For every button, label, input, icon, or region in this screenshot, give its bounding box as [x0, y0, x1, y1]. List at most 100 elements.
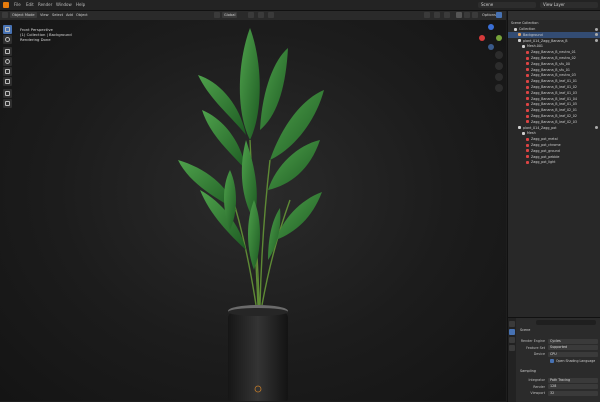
properties-search-input[interactable]: [536, 320, 596, 325]
property-value-field[interactable]: Cycles: [548, 338, 598, 344]
sampling-section-header[interactable]: Sampling: [520, 369, 536, 373]
mode-dropdown[interactable]: Object Mode: [10, 12, 37, 18]
outliner-row-content: Zagg_Banana_B_leaf_01_01: [508, 79, 577, 83]
rendered-shading-icon[interactable]: [496, 12, 502, 18]
tool-tab-icon[interactable]: [509, 321, 515, 327]
axis-y-icon[interactable]: [496, 35, 502, 41]
annotate-tool-icon[interactable]: [3, 89, 12, 98]
outliner-row-content: Zagg_pot_pebble: [508, 155, 559, 159]
solid-shading-icon[interactable]: [464, 12, 470, 18]
outliner-row-content: Mesh.001: [508, 44, 543, 48]
property-label: Viewport: [530, 391, 545, 395]
orientation-icon[interactable]: [214, 12, 220, 18]
material-icon: [526, 120, 529, 124]
property-value-field[interactable]: CPU: [548, 351, 598, 357]
material-icon: [526, 102, 529, 106]
menu-help[interactable]: Help: [74, 2, 87, 8]
outliner-row-content: Zagg_pot_chrome: [508, 143, 561, 147]
property-value-field[interactable]: 32: [548, 390, 598, 396]
menu-view[interactable]: View: [38, 12, 51, 18]
axis-neg-z-icon[interactable]: [488, 44, 494, 50]
collection-icon: [518, 126, 521, 130]
property-row: Feature Set Supported: [508, 345, 600, 351]
property-value-field[interactable]: Supported: [548, 345, 598, 350]
outliner-row-label: Zagg_pot_chrome: [531, 143, 561, 147]
visibility-eye-icon[interactable]: [595, 27, 598, 31]
axis-z-icon[interactable]: [488, 24, 494, 30]
outliner-row-label: Zagg_Banana_B_neutro_01: [531, 50, 576, 55]
transform-tool-icon[interactable]: [3, 77, 12, 86]
material-icon: [526, 149, 529, 153]
property-row: Render 128: [508, 384, 600, 390]
top-bar: File Edit Render Window Help Scene View …: [0, 0, 600, 11]
outliner-row-label: Zagg_Banana_B_leaf_01_05: [531, 102, 577, 107]
editor-type-icon[interactable]: [2, 12, 8, 18]
tool-bar: [3, 25, 13, 109]
material-icon: [526, 160, 529, 164]
snap-icon[interactable]: [258, 12, 264, 18]
select-box-tool-icon[interactable]: [3, 25, 12, 34]
move-tool-icon[interactable]: [3, 47, 12, 56]
outliner-row-label: Zagg_pot_light: [531, 160, 556, 165]
pan-hand-icon[interactable]: [495, 62, 503, 70]
menu-render[interactable]: Render: [36, 2, 54, 8]
material-icon: [526, 68, 529, 72]
blender-logo-icon[interactable]: [3, 2, 9, 8]
outliner-row-label: Zagg_pot_pebble: [531, 154, 560, 159]
perspective-toggle-icon[interactable]: [495, 84, 503, 92]
plant-stems: [229, 139, 291, 306]
menu-file[interactable]: File: [12, 2, 23, 8]
render-tab-icon[interactable]: [509, 329, 515, 335]
material-icon: [526, 73, 529, 77]
scene-selector[interactable]: Scene: [478, 2, 536, 8]
transform-orientation-dropdown[interactable]: Global: [222, 12, 238, 18]
property-label: Render: [533, 384, 545, 389]
property-value-field[interactable]: 128: [548, 384, 598, 389]
axis-x-icon[interactable]: [479, 35, 485, 41]
menu-window[interactable]: Window: [54, 2, 74, 8]
outliner-row-content: Zagg_Banana_B_leaf_01_05: [508, 102, 577, 106]
outliner-row[interactable]: Zagg_pot_light: [508, 159, 600, 165]
rotate-tool-icon[interactable]: [3, 57, 12, 66]
pivot-icon[interactable]: [248, 12, 254, 18]
material-icon: [526, 85, 529, 89]
view-layer-selector[interactable]: View Layer: [540, 2, 598, 8]
material-icon: [526, 108, 529, 112]
material-icon: [526, 114, 529, 118]
camera-view-icon[interactable]: [495, 73, 503, 81]
material-icon: [526, 91, 529, 95]
menu-select[interactable]: Select: [50, 12, 65, 18]
menu-object[interactable]: Object: [74, 12, 90, 18]
measure-tool-icon[interactable]: [3, 99, 12, 108]
menu-edit[interactable]: Edit: [24, 2, 36, 8]
visibility-eye-icon[interactable]: [595, 33, 598, 37]
visibility-eye-icon[interactable]: [595, 39, 598, 43]
collection-icon: [514, 27, 517, 31]
outliner-row-content: Zagg_Banana_B_neutro_03: [508, 73, 576, 77]
scale-tool-icon[interactable]: [3, 67, 12, 76]
visibility-eye-icon[interactable]: [595, 126, 598, 130]
material-shading-icon[interactable]: [472, 12, 478, 18]
gizmo-icon[interactable]: [434, 12, 440, 18]
outliner-row-label: Zagg_pot_metal: [531, 137, 558, 142]
outliner-row-label: Mesh.001: [527, 44, 544, 49]
osl-label: Open Shading Language: [556, 358, 596, 363]
cursor-tool-icon[interactable]: [3, 35, 12, 44]
property-value-field[interactable]: Path Tracing: [548, 377, 598, 383]
proportional-edit-icon[interactable]: [268, 12, 274, 18]
outliner-row-content: Zagg_Banana_B_leaf_01_03: [508, 91, 577, 95]
visibility-icon[interactable]: [424, 12, 430, 18]
outliner-row-content: Zagg_pot_light: [508, 160, 555, 164]
3d-viewport[interactable]: Front Perspective (1) Collection | Backg…: [0, 20, 506, 401]
overlays-icon[interactable]: [444, 12, 450, 18]
outliner-row-content: plant_014_Zagg_Banana_B: [508, 39, 568, 43]
outliner-row-content: Mesh: [508, 131, 536, 135]
outliner-row-content: Zagg_Banana_B_leaf_02_03: [508, 120, 577, 124]
mesh-icon: [522, 44, 525, 48]
outliner-row-label: Zagg_Banana_B_sfu_01: [531, 67, 570, 72]
material-icon: [526, 137, 529, 141]
outliner-row-content: Zagg_Banana_B_leaf_01_04: [508, 97, 577, 101]
zoom-icon[interactable]: [495, 51, 503, 59]
xray-icon[interactable]: [456, 12, 462, 18]
osl-checkbox[interactable]: [550, 359, 554, 363]
